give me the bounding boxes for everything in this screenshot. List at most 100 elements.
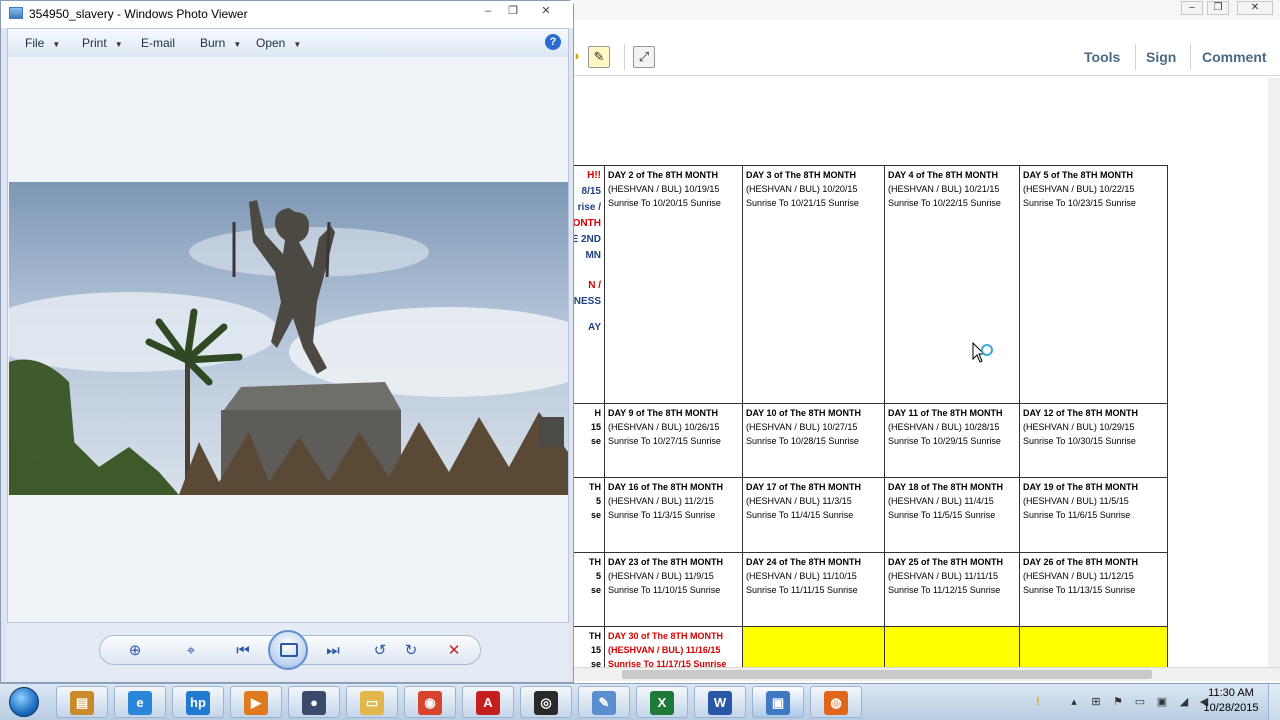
toolbar-separator [624, 44, 625, 70]
busy-cursor-icon [972, 342, 993, 363]
acrobat-maximize-button[interactable]: ❐ [1207, 1, 1229, 15]
taskbar-button-video-recorder[interactable]: ● [288, 686, 340, 718]
taskbar-button-word[interactable]: W [694, 686, 746, 718]
file-manager-icon: ▤ [70, 691, 94, 715]
help-icon[interactable]: ? [545, 34, 561, 50]
taskbar-button-file-manager[interactable]: ▤ [56, 686, 108, 718]
day-detail: (HESHVAN / BUL) 11/12/15 [1023, 571, 1134, 581]
photo-canvas [7, 57, 569, 623]
acrobat-toolbar: ◗ ✎ ⤢ Tools Sign Comment [572, 40, 1280, 76]
taskbar-button-folder[interactable]: ▭ [346, 686, 398, 718]
playback-controls: ⊕ ⌖ ⏮ ⏭ ↺ ↻ ✕ [99, 630, 481, 670]
day-detail: Sunrise To 10/29/15 Sunrise [888, 436, 1001, 446]
day-detail: (HESHVAN / BUL) 11/11/15 [888, 571, 999, 581]
calendar-day-cell: DAY 19 of The 8TH MONTH (HESHVAN / BUL) 1… [1019, 477, 1168, 553]
menu-file-label: File [25, 36, 45, 50]
show-hidden-icons-icon[interactable]: ▴ [1066, 694, 1082, 710]
rotate-clockwise-icon[interactable]: ↻ [398, 640, 424, 662]
slideshow-button[interactable] [268, 630, 308, 670]
day-detail: (HESHVAN / BUL) 11/2/15 [608, 496, 714, 506]
taskbar-button-media-player[interactable]: ▶ [230, 686, 282, 718]
display-icon[interactable]: ▣ [1154, 694, 1170, 710]
calendar-day-cell: DAY 17 of The 8TH MONTH (HESHVAN / BUL) 1… [742, 477, 885, 553]
taskbar-button-photo-viewer[interactable]: ▣ [752, 686, 804, 718]
acrobat-minimize-button[interactable]: – [1181, 1, 1203, 15]
photo-image [9, 182, 568, 495]
acrobat-vertical-scrollbar[interactable] [1268, 78, 1280, 668]
chevron-down-icon: ▼ [52, 40, 61, 49]
day-detail: Sunrise To 10/22/15 Sunrise [888, 198, 1001, 208]
day-detail: Sunrise To 11/13/15 Sunrise [1023, 585, 1136, 595]
calendar-day-cell: DAY 24 of The 8TH MONTH (HESHVAN / BUL) 1… [742, 552, 885, 627]
calendar-day-cell: DAY 5 of The 8TH MONTH (HESHVAN / BUL) 10… [1019, 165, 1168, 404]
hp-icon: hp [186, 691, 210, 715]
next-icon[interactable]: ⏭ [320, 640, 346, 662]
action-center-icon[interactable]: ⚑ [1110, 694, 1126, 710]
delete-icon[interactable]: ✕ [441, 640, 467, 662]
minimize-button[interactable]: – [475, 3, 501, 20]
taskbar-button-acrobat[interactable]: A [462, 686, 514, 718]
actual-size-icon[interactable]: ⌖ [178, 640, 204, 662]
start-button[interactable] [5, 685, 45, 719]
acrobat-close-button[interactable]: ✕ [1237, 1, 1273, 15]
day-detail: (HESHVAN / BUL) 11/5/15 [1023, 496, 1129, 506]
calendar-day-cell: DAY 11 of The 8TH MONTH (HESHVAN / BUL) 1… [884, 403, 1020, 478]
day-heading: DAY 25 of The 8TH MONTH [888, 557, 1004, 567]
highlight-comment-icon[interactable]: ✎ [588, 46, 610, 68]
taskbar-button-internet-explorer[interactable]: e [114, 686, 166, 718]
calendar-day-cell: DAY 26 of The 8TH MONTH (HESHVAN / BUL) 1… [1019, 552, 1168, 627]
calendar-day-cell: DAY 2 of The 8TH MONTH (HESHVAN / BUL) 10… [604, 165, 743, 404]
statue-photo [9, 182, 568, 495]
video-recorder-icon: ● [302, 691, 326, 715]
taskbar-button-firefox[interactable]: ◍ [810, 686, 862, 718]
chevron-down-icon: ▼ [114, 40, 123, 49]
camtasia-icon: ◎ [534, 691, 558, 715]
calendar-day-cell: DAY 3 of The 8TH MONTH (HESHVAN / BUL) 10… [742, 165, 885, 404]
clock-date[interactable]: 10/28/2015 [1200, 702, 1262, 714]
show-desktop-button[interactable] [1268, 684, 1280, 720]
menu-burn[interactable]: Burn ▼ [200, 36, 241, 50]
day-detail: Sunrise To 11/12/15 Sunrise [888, 585, 1001, 595]
photo-viewer-window: 354950_slavery - Windows Photo Viewer – … [0, 0, 574, 683]
windows-start-icon [9, 687, 39, 717]
menu-email[interactable]: E-mail [141, 36, 175, 50]
day-detail: Sunrise To 11/3/15 Sunrise [608, 510, 716, 520]
day-heading: DAY 10 of The 8TH MONTH [746, 408, 862, 418]
network-warning-icon[interactable]: ! [1030, 694, 1046, 710]
maximize-button[interactable]: ❐ [500, 3, 526, 20]
rotate-counterclockwise-icon[interactable]: ↺ [367, 640, 393, 662]
menu-print[interactable]: Print ▼ [82, 36, 123, 50]
excel-icon: X [650, 691, 674, 715]
taskbar-button-excel[interactable]: X [636, 686, 688, 718]
day-heading: DAY 11 of The 8TH MONTH [888, 408, 1003, 418]
slideshow-icon [280, 643, 298, 657]
menu-file[interactable]: File ▼ [25, 36, 60, 50]
close-button[interactable]: ✕ [525, 3, 567, 20]
previous-icon[interactable]: ⏮ [230, 640, 256, 662]
day-detail: (HESHVAN / BUL) 11/16/15 [608, 645, 721, 655]
scrollbar-thumb[interactable] [622, 670, 1152, 679]
day-detail: (HESHVAN / BUL) 10/21/15 [888, 184, 1000, 194]
calendar-day-cell: DAY 18 of The 8TH MONTH (HESHVAN / BUL) 1… [884, 477, 1020, 553]
day-detail: (HESHVAN / BUL) 10/27/15 [746, 422, 858, 432]
menu-open[interactable]: Open ▼ [256, 36, 301, 50]
photo-viewer-controls-bar: ⊕ ⌖ ⏮ ⏭ ↺ ↻ ✕ [7, 623, 569, 681]
acrobat-horizontal-scrollbar[interactable] [572, 667, 1280, 681]
taskbar-button-hp[interactable]: hp [172, 686, 224, 718]
taskbar-button-camtasia[interactable]: ◎ [520, 686, 572, 718]
clock-time[interactable]: 11:30 AM [1200, 687, 1262, 699]
chrome-icon: ◉ [418, 691, 442, 715]
tab-comment[interactable]: Comment [1202, 49, 1267, 65]
wifi-signal-icon[interactable]: ◢ [1176, 694, 1192, 710]
expand-icon[interactable]: ⤢ [633, 46, 655, 68]
calendar-day-cell: DAY 25 of The 8TH MONTH (HESHVAN / BUL) 1… [884, 552, 1020, 627]
tab-sign[interactable]: Sign [1146, 49, 1176, 65]
taskbar-button-chrome[interactable]: ◉ [404, 686, 456, 718]
power-icon[interactable]: ▭ [1132, 694, 1148, 710]
taskbar-button-paint[interactable]: ✎ [578, 686, 630, 718]
firefox-icon: ◍ [824, 691, 848, 715]
day-heading: DAY 12 of The 8TH MONTH [1023, 408, 1139, 418]
tab-tools[interactable]: Tools [1084, 49, 1120, 65]
zoom-icon[interactable]: ⊕ [122, 640, 148, 662]
windows-flag-icon[interactable]: ⊞ [1088, 694, 1104, 710]
